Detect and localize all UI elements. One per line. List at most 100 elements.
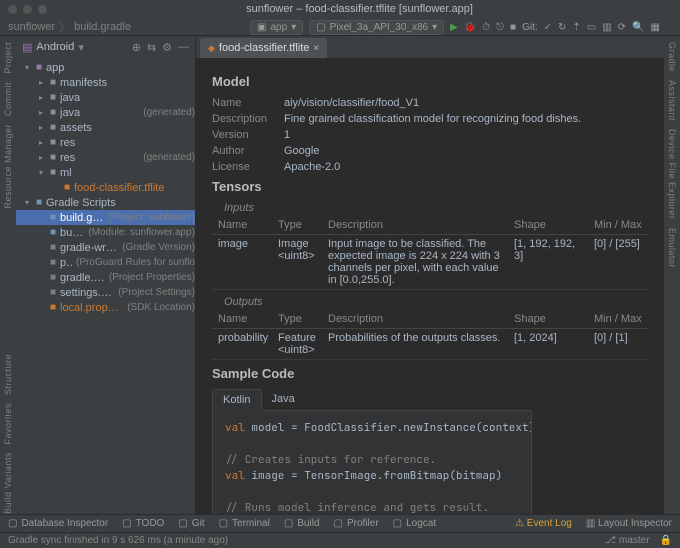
expand-icon[interactable]: ▸ [36,93,46,102]
code-sample[interactable]: val model = FoodClassifier.newInstance(c… [212,411,532,514]
lock-icon[interactable]: 🔒 [660,535,672,546]
tool-tab-resource-manager[interactable]: Resource Manager [3,124,13,209]
editor-tab-food-classifier[interactable]: ◆ food-classifier.tflite × [200,38,327,58]
bottom-tool-build[interactable]: ▢ Build [284,518,320,529]
project-header: ▤ Android ▾ ⊕ ⇆ ⚙ — [16,36,195,58]
avd-icon[interactable]: ▭ [587,22,596,33]
vcs-update-icon[interactable]: ✓ [544,22,552,33]
expand-icon[interactable]: ▸ [36,138,46,147]
bottom-tool-todo[interactable]: ▢ TODO [122,518,164,529]
tree-node-proguard-rules-pro[interactable]: ■proguard-rules.pro(ProGuard Rules for s… [16,255,195,270]
tab-kotlin[interactable]: Kotlin [212,389,262,411]
target-icon[interactable]: ⊕ [132,41,141,54]
prop-icon: ■ [46,272,60,283]
module-selector[interactable]: ▣ app ▾ [250,20,303,35]
tab-java[interactable]: Java [262,389,305,410]
vcs-commit-icon[interactable]: ↻ [558,22,566,33]
chevron-down-icon[interactable]: ▾ [78,41,84,54]
search-icon[interactable]: 🔍 [632,22,644,33]
tool-tab-commit[interactable]: Commit [3,82,13,116]
tree-node-food-classifier-tflite[interactable]: ■food-classifier.tflite [16,180,195,195]
expand-icon[interactable]: ▸ [36,78,46,87]
expand-icon[interactable]: ▸ [36,108,46,117]
tool-tab-gradle[interactable]: Gradle [667,42,677,72]
expand-icon[interactable]: ▸ [36,123,46,132]
tool-tab-assistant[interactable]: Assistant [667,80,677,121]
folder-icon: ■ [46,92,60,103]
vcs-push-icon[interactable]: ⇡ [572,22,580,33]
tensor-name: probability [212,329,272,360]
tool-icon: ▢ [334,518,343,529]
bottom-tool-database-inspector[interactable]: ▢ Database Inspector [8,518,108,529]
model-license-label: License [212,161,284,173]
bottom-tool-terminal[interactable]: ▢ Terminal [219,518,270,529]
folder-icon: ■ [46,122,60,133]
sync-icon[interactable]: ⟳ [618,22,626,33]
attach-icon[interactable]: ⎋ [496,22,504,33]
tree-node-java[interactable]: ▸■java [16,90,195,105]
tree-node-gradle-properties[interactable]: ■gradle.properties (Project Properties) [16,270,195,285]
min-dot[interactable] [23,5,32,14]
tree-node-settings-gradle[interactable]: ■settings.gradle(Project Settings) [16,285,195,300]
tree-node-build-gradle[interactable]: ■build.gradle(Project: sunflower) [16,210,195,225]
tree-context: (Module: sunflower.app) [88,227,195,238]
tree-node-app[interactable]: ▾■app [16,60,195,75]
tree-label: res [60,137,195,149]
tree-node-local-properties[interactable]: ■local.properties(SDK Location) [16,300,195,315]
layout-inspector[interactable]: ▥ Layout Inspector [586,518,672,529]
col-shape: Shape [508,310,588,329]
close-icon[interactable]: × [313,43,319,54]
tree-node-ml[interactable]: ▾■ml [16,165,195,180]
tree-node-res[interactable]: ▸■res(generated) [16,150,195,165]
tree-node-assets[interactable]: ▸■assets [16,120,195,135]
bottom-tool-logcat[interactable]: ▢ Logcat [393,518,436,529]
project-tree[interactable]: ▾■app▸■manifests▸■java▸■java(generated)▸… [16,58,195,514]
git-branch[interactable]: ⎇ master [605,535,650,546]
tree-node-res[interactable]: ▸■res [16,135,195,150]
split-icon[interactable]: ⇆ [147,41,156,54]
tensor-shape: [1, 192, 192, 3] [508,235,588,290]
close-dot[interactable] [8,5,17,14]
expand-icon[interactable]: ▸ [36,153,46,162]
tree-node-java[interactable]: ▸■java(generated) [16,105,195,120]
tool-tab-project[interactable]: Project [3,42,13,74]
event-log[interactable]: ⚠ Event Log [515,518,572,529]
run-icon[interactable]: ▶ [450,22,458,33]
settings-icon[interactable]: ▦ [651,22,660,33]
expand-icon[interactable]: ▾ [22,198,32,207]
tensor-type: Image <uint8> [272,235,322,290]
tree-node-manifests[interactable]: ▸■manifests [16,75,195,90]
tree-node-gradle-scripts[interactable]: ▾■Gradle Scripts [16,195,195,210]
expand-icon[interactable]: ▾ [36,168,46,177]
tree-label: gradle.properties [60,272,105,284]
expand-icon[interactable]: ▾ [22,63,32,72]
tree-node-build-gradle[interactable]: ■build.gradle(Module: sunflower.app) [16,225,195,240]
device-selector[interactable]: ▢ Pixel_3a_API_30_x86 ▾ [309,20,444,35]
profile-icon[interactable]: ⏱ [482,22,490,33]
stop-icon[interactable]: ■ [510,22,516,33]
debug-icon[interactable]: 🐞 [464,22,476,33]
tool-tab-structure[interactable]: Structure [3,354,13,395]
hide-icon[interactable]: — [178,41,189,54]
breadcrumb-file[interactable]: build.gradle [74,21,131,33]
breadcrumb-project[interactable]: sunflower [8,21,55,33]
tree-label: settings.gradle [60,287,114,299]
tool-tab-emulator[interactable]: Emulator [667,228,677,268]
tool-icon: ▢ [393,518,402,529]
sdk-icon[interactable]: ▥ [602,22,611,33]
tool-icon: ▢ [284,518,293,529]
bottom-tool-git[interactable]: ▢ Git [178,518,204,529]
bottom-tool-profiler[interactable]: ▢ Profiler [334,518,379,529]
col-shape: Shape [508,216,588,235]
tool-tab-device-file-explorer[interactable]: Device File Explorer [667,129,677,220]
tree-context: (Project Properties) [109,272,195,283]
window-controls[interactable] [8,5,47,14]
project-view-title[interactable]: Android [36,41,74,53]
gear-icon[interactable]: ⚙ [162,41,172,54]
tree-node-gradle-wrapper-properties[interactable]: ■gradle-wrapper.properties(Gradle Versio… [16,240,195,255]
tool-tab-favorites[interactable]: Favorites [3,403,13,445]
gradle-icon: ■ [46,212,60,223]
tool-tab-build-variants[interactable]: Build Variants [3,452,13,514]
max-dot[interactable] [38,5,47,14]
tflite-icon: ◆ [208,43,215,54]
